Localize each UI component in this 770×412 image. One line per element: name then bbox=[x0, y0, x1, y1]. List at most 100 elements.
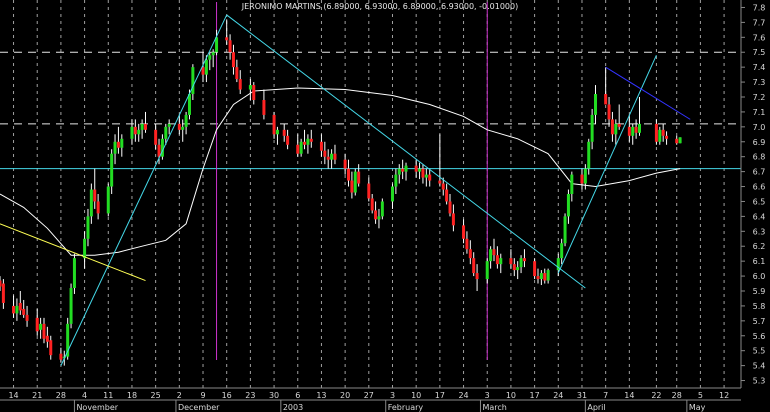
candle-body-6 bbox=[25, 314, 29, 321]
y-tick-label-6: 5.9 bbox=[753, 287, 766, 296]
candle-body-111 bbox=[539, 273, 543, 280]
candle-body-45 bbox=[211, 52, 215, 56]
x-tick-label-8: 9 bbox=[200, 391, 205, 400]
candle-body-0 bbox=[0, 280, 2, 287]
y-tick-label-5: 5.8 bbox=[753, 302, 766, 311]
y-tick-label-3: 5.6 bbox=[753, 332, 766, 341]
y-tick-label-1: 5.4 bbox=[753, 362, 766, 371]
candle-body-129 bbox=[627, 126, 631, 136]
candle-body-98 bbox=[475, 273, 479, 280]
y-tick-label-22: 7.5 bbox=[753, 48, 766, 57]
candle-body-72 bbox=[353, 171, 357, 193]
candle-body-74 bbox=[367, 183, 371, 199]
x-tick-label-16: 3 bbox=[390, 391, 395, 400]
candle-body-75 bbox=[370, 198, 374, 211]
candle-body-41 bbox=[191, 67, 195, 95]
candle-body-115 bbox=[560, 243, 564, 259]
candle-body-138 bbox=[678, 137, 682, 144]
x-tick-label-11: 30 bbox=[269, 391, 279, 400]
candle-body-73 bbox=[357, 171, 361, 184]
x-tick-label-29: 5 bbox=[698, 391, 703, 400]
x-tick-label-14: 20 bbox=[340, 391, 350, 400]
chart-title: JERONIMO MARTINS (6.89000, 6.93000, 6.89… bbox=[241, 2, 518, 11]
x-tick-label-9: 16 bbox=[222, 391, 232, 400]
x-tick-label-17: 10 bbox=[411, 391, 421, 400]
x-tick-label-19: 24 bbox=[458, 391, 468, 400]
candle-body-56 bbox=[275, 129, 279, 135]
y-tick-label-16: 6.9 bbox=[753, 138, 766, 147]
candle-body-124 bbox=[604, 94, 608, 105]
candle-body-24 bbox=[113, 141, 117, 154]
candle-body-134 bbox=[658, 129, 662, 142]
candle-body-53 bbox=[252, 85, 256, 100]
price-chart: 5.3 5.4 5.5 5.6 5.7 5.8 5.9 6.0 6.1 6.2 6.3 6.4 6.5 6… bbox=[0, 0, 770, 412]
candle-body-4 bbox=[18, 302, 22, 311]
candle-body-62 bbox=[306, 138, 310, 145]
candle-body-132 bbox=[637, 123, 641, 133]
y-tick-label-10: 6.3 bbox=[753, 227, 766, 236]
candle-body-76 bbox=[374, 210, 378, 220]
candle-body-79 bbox=[390, 186, 394, 202]
candle-body-65 bbox=[323, 150, 327, 157]
candle-body-92 bbox=[448, 201, 452, 214]
month-label-1: December bbox=[178, 403, 220, 412]
candle-body-88 bbox=[428, 174, 432, 181]
month-label-6: May bbox=[689, 403, 706, 412]
y-tick-label-19: 7.2 bbox=[753, 93, 766, 102]
x-tick-label-2: 28 bbox=[56, 391, 66, 400]
candle-body-101 bbox=[492, 249, 496, 256]
candle-body-66 bbox=[326, 156, 330, 160]
x-tick-label-30: 12 bbox=[719, 391, 729, 400]
month-label-2: 2003 bbox=[283, 403, 303, 412]
candle-body-63 bbox=[309, 138, 313, 142]
candle-body-23 bbox=[110, 153, 114, 187]
x-tick-label-28: 28 bbox=[672, 391, 682, 400]
y-tick-label-17: 7.0 bbox=[753, 123, 766, 132]
candle-body-107 bbox=[519, 258, 523, 268]
candle-body-106 bbox=[516, 267, 520, 271]
month-label-5: April bbox=[587, 403, 605, 412]
candle-body-86 bbox=[421, 168, 425, 178]
x-tick-label-22: 17 bbox=[530, 391, 540, 400]
candle-body-93 bbox=[451, 213, 455, 226]
y-tick-label-9: 6.2 bbox=[753, 242, 766, 251]
y-tick-label-18: 7.1 bbox=[753, 108, 766, 117]
chart-background bbox=[0, 0, 770, 412]
candle-body-31 bbox=[143, 123, 147, 130]
candle-body-123 bbox=[594, 94, 598, 115]
x-tick-label-23: 24 bbox=[553, 391, 563, 400]
x-tick-label-13: 13 bbox=[316, 391, 326, 400]
candle-body-105 bbox=[512, 264, 516, 271]
candle-body-47 bbox=[225, 37, 229, 41]
candle-body-64 bbox=[319, 141, 323, 151]
y-tick-label-20: 7.3 bbox=[753, 78, 766, 87]
candle-body-128 bbox=[617, 123, 621, 127]
candle-body-11 bbox=[49, 340, 53, 356]
candle-body-19 bbox=[89, 189, 93, 217]
candle-138 bbox=[678, 137, 682, 144]
candle-body-78 bbox=[380, 201, 384, 217]
candle-body-44 bbox=[208, 55, 212, 60]
candle-body-32 bbox=[154, 129, 158, 145]
chart-window: 5.3 5.4 5.5 5.6 5.7 5.8 5.9 6.0 6.1 6.2 6.3 6.4 6.5 6… bbox=[0, 0, 770, 412]
candle-body-131 bbox=[634, 126, 638, 133]
candle-body-137 bbox=[675, 138, 679, 144]
candle-72 bbox=[353, 168, 357, 196]
candle-body-122 bbox=[590, 114, 594, 142]
candle-body-133 bbox=[654, 123, 658, 142]
candle-16 bbox=[72, 253, 76, 294]
candle-body-38 bbox=[181, 126, 185, 130]
candle-body-85 bbox=[418, 168, 422, 172]
candle-body-68 bbox=[333, 153, 337, 160]
candle-body-8 bbox=[39, 323, 43, 330]
candle-body-57 bbox=[282, 129, 286, 136]
y-tick-label-14: 6.7 bbox=[753, 168, 766, 177]
candle-body-5 bbox=[22, 308, 26, 315]
candle-body-89 bbox=[438, 180, 442, 184]
candle-body-83 bbox=[404, 165, 408, 172]
candle-body-71 bbox=[350, 180, 354, 193]
candle-body-82 bbox=[401, 168, 405, 172]
x-tick-label-20: 3 bbox=[485, 391, 490, 400]
candle-body-69 bbox=[343, 159, 347, 169]
candle-body-67 bbox=[330, 153, 334, 160]
